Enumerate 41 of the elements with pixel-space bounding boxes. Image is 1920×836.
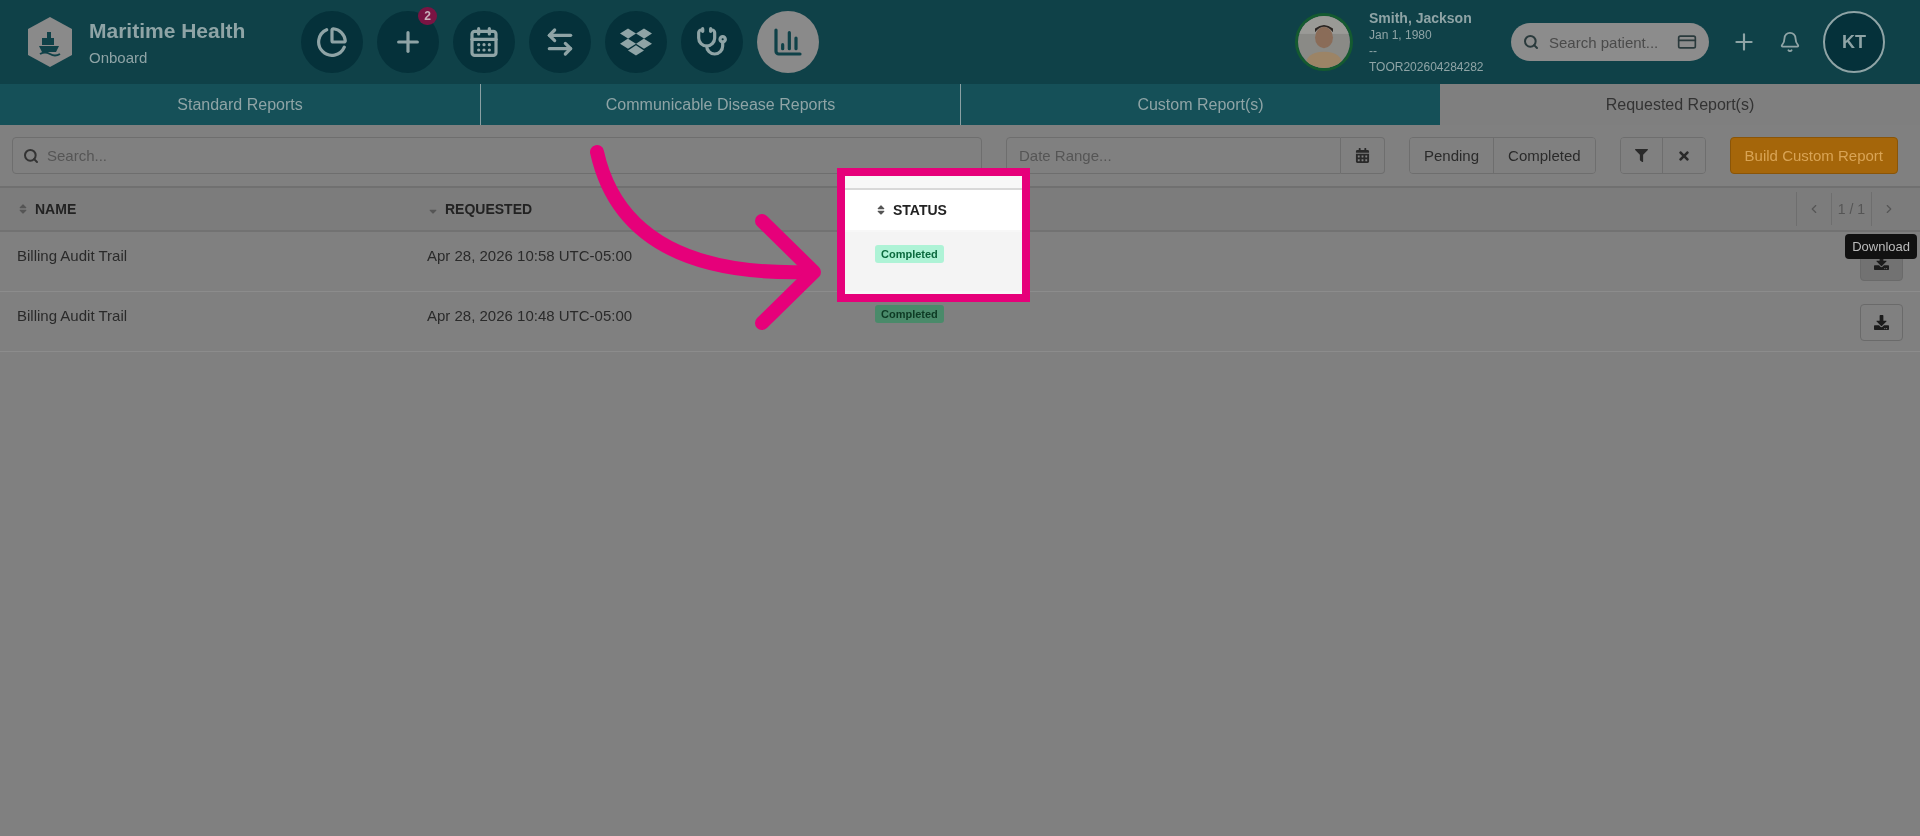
search-icon — [1523, 34, 1539, 50]
tab[interactable]: Requested Report(s) — [1440, 84, 1920, 125]
table-cell-text: Billing Audit Trail — [16, 306, 129, 326]
stethoscope-icon — [696, 26, 728, 58]
build-report-button[interactable]: Build Custom Report — [1729, 137, 1898, 174]
clear-button[interactable] — [1661, 138, 1705, 173]
calendar-icon — [1355, 148, 1370, 163]
column-header: NAME — [35, 201, 77, 217]
app-name: Maritime Health — [89, 18, 246, 43]
calendar-icon — [468, 26, 500, 58]
status-badge: Completed — [875, 245, 944, 263]
patient-dob: Jan 1, 1980 — [1369, 28, 1433, 42]
calendar-button[interactable] — [1341, 137, 1385, 174]
card-icon — [1677, 32, 1697, 52]
download-icon — [1874, 315, 1889, 330]
status-filter-button[interactable]: Completed — [1493, 138, 1595, 173]
download-button[interactable] — [1860, 304, 1903, 341]
patient-search-field[interactable]: Search patient... — [1511, 23, 1709, 61]
patient-id: TOOR202604284282 — [1369, 60, 1485, 74]
sort-icon[interactable] — [875, 204, 887, 216]
search-icon — [23, 147, 39, 164]
tooltip: Download — [1845, 234, 1917, 259]
app-subtitle: Onboard — [89, 48, 149, 66]
table-cell-text: Billing Audit Trail — [16, 246, 129, 266]
boxes-icon — [620, 26, 652, 58]
patient-detail: -- — [1369, 44, 1378, 58]
user-avatar[interactable]: KT — [1823, 11, 1885, 73]
column-header: REQUESTED — [445, 201, 533, 217]
bar-chart-icon — [772, 26, 804, 58]
count-badge: 2 — [418, 7, 437, 25]
status-badge: Completed — [875, 305, 944, 323]
pie-chart-icon — [316, 26, 348, 58]
filter-icon — [1634, 149, 1648, 162]
patient-name: Smith, Jackson — [1369, 10, 1473, 26]
ship-logo-icon — [27, 16, 73, 68]
patient-search-input[interactable]: Search patient... — [1547, 32, 1669, 52]
close-icon — [1676, 148, 1691, 163]
column-header: STATUS — [893, 202, 947, 218]
notifications-button[interactable] — [1779, 31, 1801, 53]
table-cell-text: Apr 28, 2026 10:58 UTC-05:00 — [426, 246, 634, 266]
table-cell-text: Apr 28, 2026 10:48 UTC-05:00 — [426, 306, 634, 326]
